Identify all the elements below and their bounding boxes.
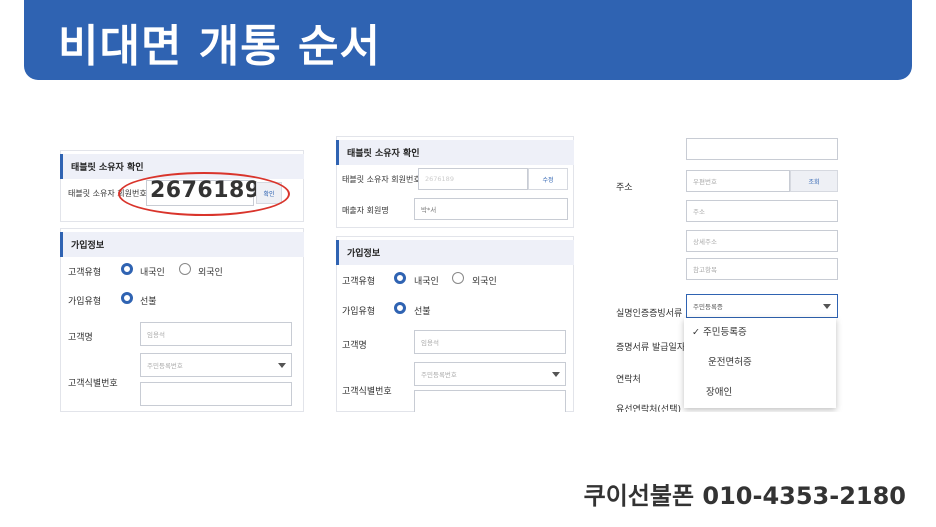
prepaid-label: 선불 bbox=[140, 297, 157, 307]
domestic-radio[interactable] bbox=[121, 263, 133, 275]
foreign-radio-2[interactable] bbox=[452, 272, 464, 284]
join-type-label-2: 가입유형 bbox=[342, 307, 376, 317]
join-type-label: 가입유형 bbox=[68, 297, 102, 307]
highlight-oval bbox=[118, 172, 290, 216]
prepaid-label-2: 선불 bbox=[414, 307, 431, 317]
address-reference-input[interactable]: 참고항목 bbox=[686, 258, 838, 280]
modify-button[interactable]: 수정 bbox=[528, 168, 568, 190]
page-title: 비대면 개통 순서 bbox=[58, 21, 381, 72]
landline-label: 유선연락처(선택) bbox=[616, 405, 681, 412]
id-document-dropdown: ✓ 주민등록증 운전면허증 장애인 bbox=[684, 318, 836, 408]
join-info-section-title-2: 가입정보 bbox=[336, 240, 574, 265]
address-search-button[interactable]: 조회 bbox=[790, 170, 838, 192]
customer-id-input[interactable] bbox=[140, 382, 292, 406]
dropdown-option-drivers-license[interactable]: 운전면허증 bbox=[684, 348, 836, 374]
address-detail-input[interactable]: 상세주소 bbox=[686, 230, 838, 252]
foreign-label-2: 외국인 bbox=[472, 277, 497, 287]
domestic-radio-2[interactable] bbox=[394, 272, 406, 284]
dropdown-option-resident-card[interactable]: ✓ 주민등록증 bbox=[684, 318, 836, 344]
chevron-down-icon bbox=[552, 372, 560, 377]
seller-name-label: 매출자 회원명 bbox=[342, 206, 389, 215]
customer-id-label-2: 고객식별번호 bbox=[342, 387, 392, 397]
phone-input-top[interactable] bbox=[686, 138, 838, 160]
address-input[interactable]: 주소 bbox=[686, 200, 838, 222]
customer-name-label: 고객명 bbox=[68, 333, 93, 343]
prepaid-radio[interactable] bbox=[121, 292, 133, 304]
prepaid-radio-2[interactable] bbox=[394, 302, 406, 314]
screenshot-panel-2: 태블릿 소유자 확인 태블릿 소유자 회원번호 2676189 수정 매출자 회… bbox=[330, 128, 578, 412]
foreign-label: 외국인 bbox=[198, 268, 223, 278]
domestic-label-2: 내국인 bbox=[414, 277, 439, 287]
id-type-select-2[interactable]: 주민등록번호 bbox=[414, 362, 566, 386]
chevron-down-icon bbox=[823, 304, 831, 309]
screenshot-panel-3: 주소 우편번호 조회 주소 상세주소 참고항목 실명인증증빙서류 주민등록증 증… bbox=[606, 128, 856, 412]
zip-input[interactable]: 우편번호 bbox=[686, 170, 790, 192]
customer-id-label: 고객식별번호 bbox=[68, 379, 118, 389]
customer-id-input-2[interactable] bbox=[414, 390, 566, 412]
dropdown-option-disability[interactable]: 장애인 bbox=[684, 378, 836, 404]
customer-name-input-2[interactable]: 임용석 bbox=[414, 330, 566, 354]
contact-footer: 쿠이선불폰 010-4353-2180 bbox=[583, 482, 906, 510]
title-banner: 비대면 개통 순서 bbox=[24, 0, 912, 80]
join-info-section-title: 가입정보 bbox=[60, 232, 304, 257]
domestic-label: 내국인 bbox=[140, 268, 165, 278]
id-document-select[interactable]: 주민등록증 bbox=[686, 294, 838, 318]
id-document-label: 실명인증증빙서류 bbox=[616, 309, 683, 319]
customer-name-label-2: 고객명 bbox=[342, 341, 367, 351]
foreign-radio[interactable] bbox=[179, 263, 191, 275]
address-label: 주소 bbox=[616, 183, 633, 193]
tablet-owner-label-2: 태블릿 소유자 회원번호 bbox=[342, 175, 421, 184]
member-number-field-2[interactable]: 2676189 bbox=[418, 168, 528, 190]
contact-label: 연락처 bbox=[616, 375, 641, 385]
screenshot-panel-1: 태블릿 소유자 확인 태블릿 소유자 회원번호 2676189 확인 가입정보 … bbox=[60, 128, 308, 412]
tablet-owner-section-title-2: 태블릿 소유자 확인 bbox=[336, 140, 574, 165]
customer-type-label-2: 고객유형 bbox=[342, 277, 376, 287]
customer-name-input[interactable]: 임용석 bbox=[140, 322, 292, 346]
customer-type-label: 고객유형 bbox=[68, 268, 102, 278]
seller-name-input[interactable]: 박*서 bbox=[414, 198, 568, 220]
issue-date-label: 증명서류 발급일자 bbox=[616, 343, 686, 353]
chevron-down-icon bbox=[278, 363, 286, 368]
id-type-select[interactable]: 주민등록번호 bbox=[140, 353, 292, 377]
